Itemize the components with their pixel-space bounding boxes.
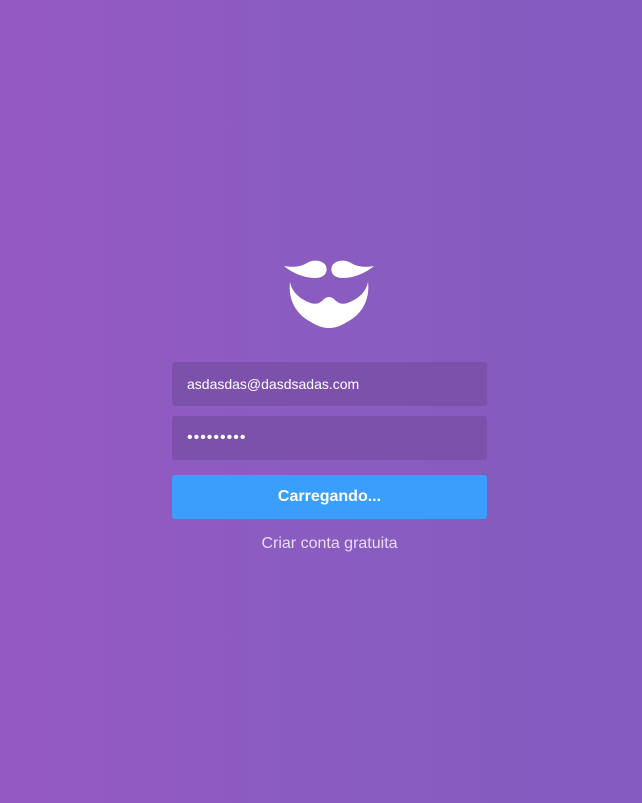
email-field[interactable] (172, 362, 487, 406)
create-account-link[interactable]: Criar conta gratuita (172, 534, 487, 554)
submit-button[interactable]: Carregando... (172, 475, 487, 519)
password-field[interactable] (172, 416, 487, 460)
mustache-beard-icon (283, 258, 375, 330)
